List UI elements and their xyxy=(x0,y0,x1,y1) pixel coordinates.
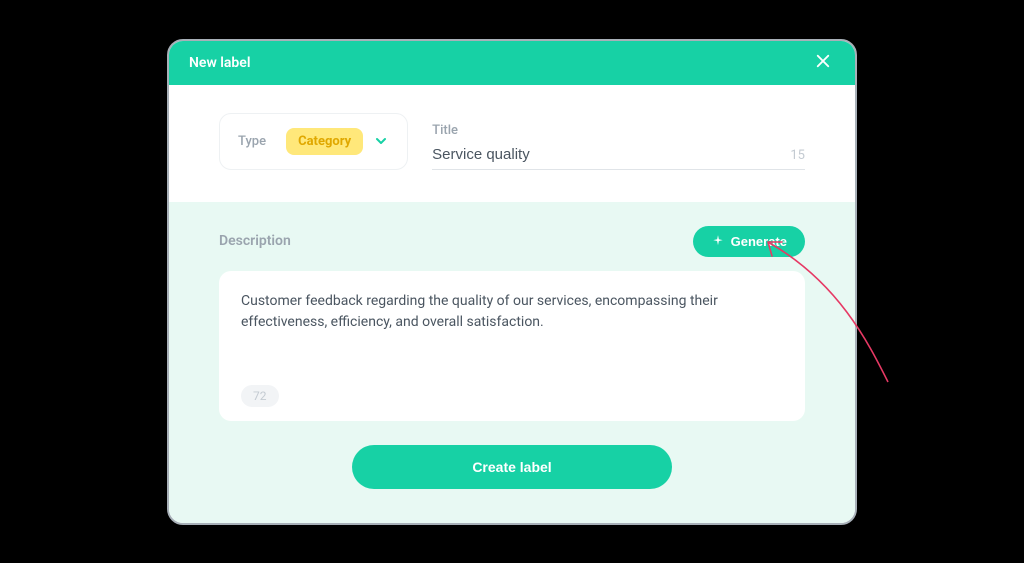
new-label-dialog: New label Type Category Ti xyxy=(167,39,857,525)
close-button[interactable] xyxy=(811,51,835,75)
generate-button[interactable]: Generate xyxy=(693,226,805,257)
title-label: Title xyxy=(432,123,805,138)
title-input[interactable] xyxy=(432,146,790,163)
generate-button-label: Generate xyxy=(731,234,787,249)
title-group: Title 15 xyxy=(432,123,805,170)
type-selector[interactable]: Type Category xyxy=(219,113,408,170)
create-button-row: Create label xyxy=(219,445,805,489)
description-count: 72 xyxy=(241,385,279,407)
close-icon xyxy=(814,52,832,74)
dialog-header: New label xyxy=(169,41,855,85)
type-value-wrapper: Category xyxy=(286,128,389,155)
dialog-title: New label xyxy=(189,55,250,71)
type-badge: Category xyxy=(286,128,363,155)
description-textarea-wrapper: 72 xyxy=(219,271,805,421)
chevron-down-icon xyxy=(373,133,389,149)
create-label-button[interactable]: Create label xyxy=(352,445,672,489)
title-input-row: 15 xyxy=(432,146,805,170)
sparkle-icon xyxy=(711,234,725,248)
title-count: 15 xyxy=(790,148,805,163)
description-label: Description xyxy=(219,233,291,249)
description-textarea[interactable] xyxy=(241,291,783,375)
description-section: Description Generate 72 Create label xyxy=(169,202,855,523)
type-label: Type xyxy=(238,134,266,149)
top-section: Type Category Title 15 xyxy=(169,85,855,202)
description-header: Description Generate xyxy=(219,226,805,257)
